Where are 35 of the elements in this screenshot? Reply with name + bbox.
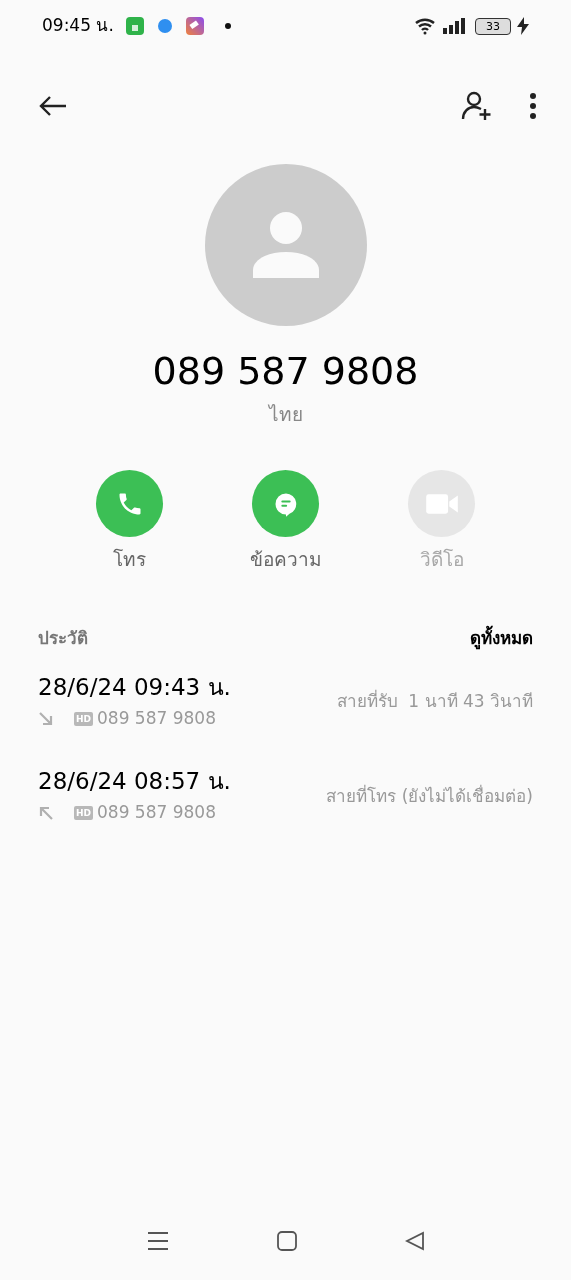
triangle-left-icon xyxy=(404,1231,425,1251)
back-nav-button[interactable] xyxy=(404,1231,425,1251)
call-datetime: 28/6/24 08:57 น. xyxy=(38,767,231,796)
menu-nav-button[interactable] xyxy=(146,1231,169,1251)
call-datetime: 28/6/24 09:43 น. xyxy=(38,673,231,702)
more-vertical-icon xyxy=(529,92,537,120)
history-heading: ประวัติ xyxy=(38,626,88,650)
app-icon xyxy=(155,17,174,35)
call-detail: สายที่โทร (ยังไม่ได้เชื่อมต่อ) xyxy=(326,783,533,808)
region-label: ไทย xyxy=(268,401,303,427)
battery-indicator: 33 xyxy=(475,17,511,35)
app-icon xyxy=(185,17,204,35)
menu-icon xyxy=(146,1231,169,1251)
app-icon xyxy=(125,17,144,35)
signal-icon xyxy=(443,18,465,34)
clock-time: 09:45 น. xyxy=(42,14,114,38)
call-action-button[interactable]: โทร xyxy=(79,470,180,574)
hd-badge: HD xyxy=(74,805,93,820)
back-arrow-icon xyxy=(38,94,68,118)
call-number: 089 587 9808 xyxy=(97,706,216,730)
notification-dot-icon xyxy=(223,22,232,30)
message-action-button[interactable]: ข้อความ xyxy=(235,470,336,574)
person-plus-icon xyxy=(461,91,493,121)
hd-badge: HD xyxy=(74,711,93,726)
add-contact-button[interactable] xyxy=(461,91,493,121)
square-icon xyxy=(276,1231,297,1251)
phone-number: 089 587 9808 xyxy=(152,348,419,395)
person-icon xyxy=(250,210,321,280)
home-nav-button[interactable] xyxy=(276,1231,297,1251)
charging-bolt-icon xyxy=(517,17,529,35)
more-options-button[interactable] xyxy=(529,92,537,120)
see-all-link[interactable]: ดูทั้งหมด xyxy=(470,625,533,651)
wifi-icon xyxy=(415,17,437,35)
call-detail: สายที่รับ 1 นาที 43 วินาที xyxy=(336,689,533,714)
call-number: 089 587 9808 xyxy=(97,801,216,824)
